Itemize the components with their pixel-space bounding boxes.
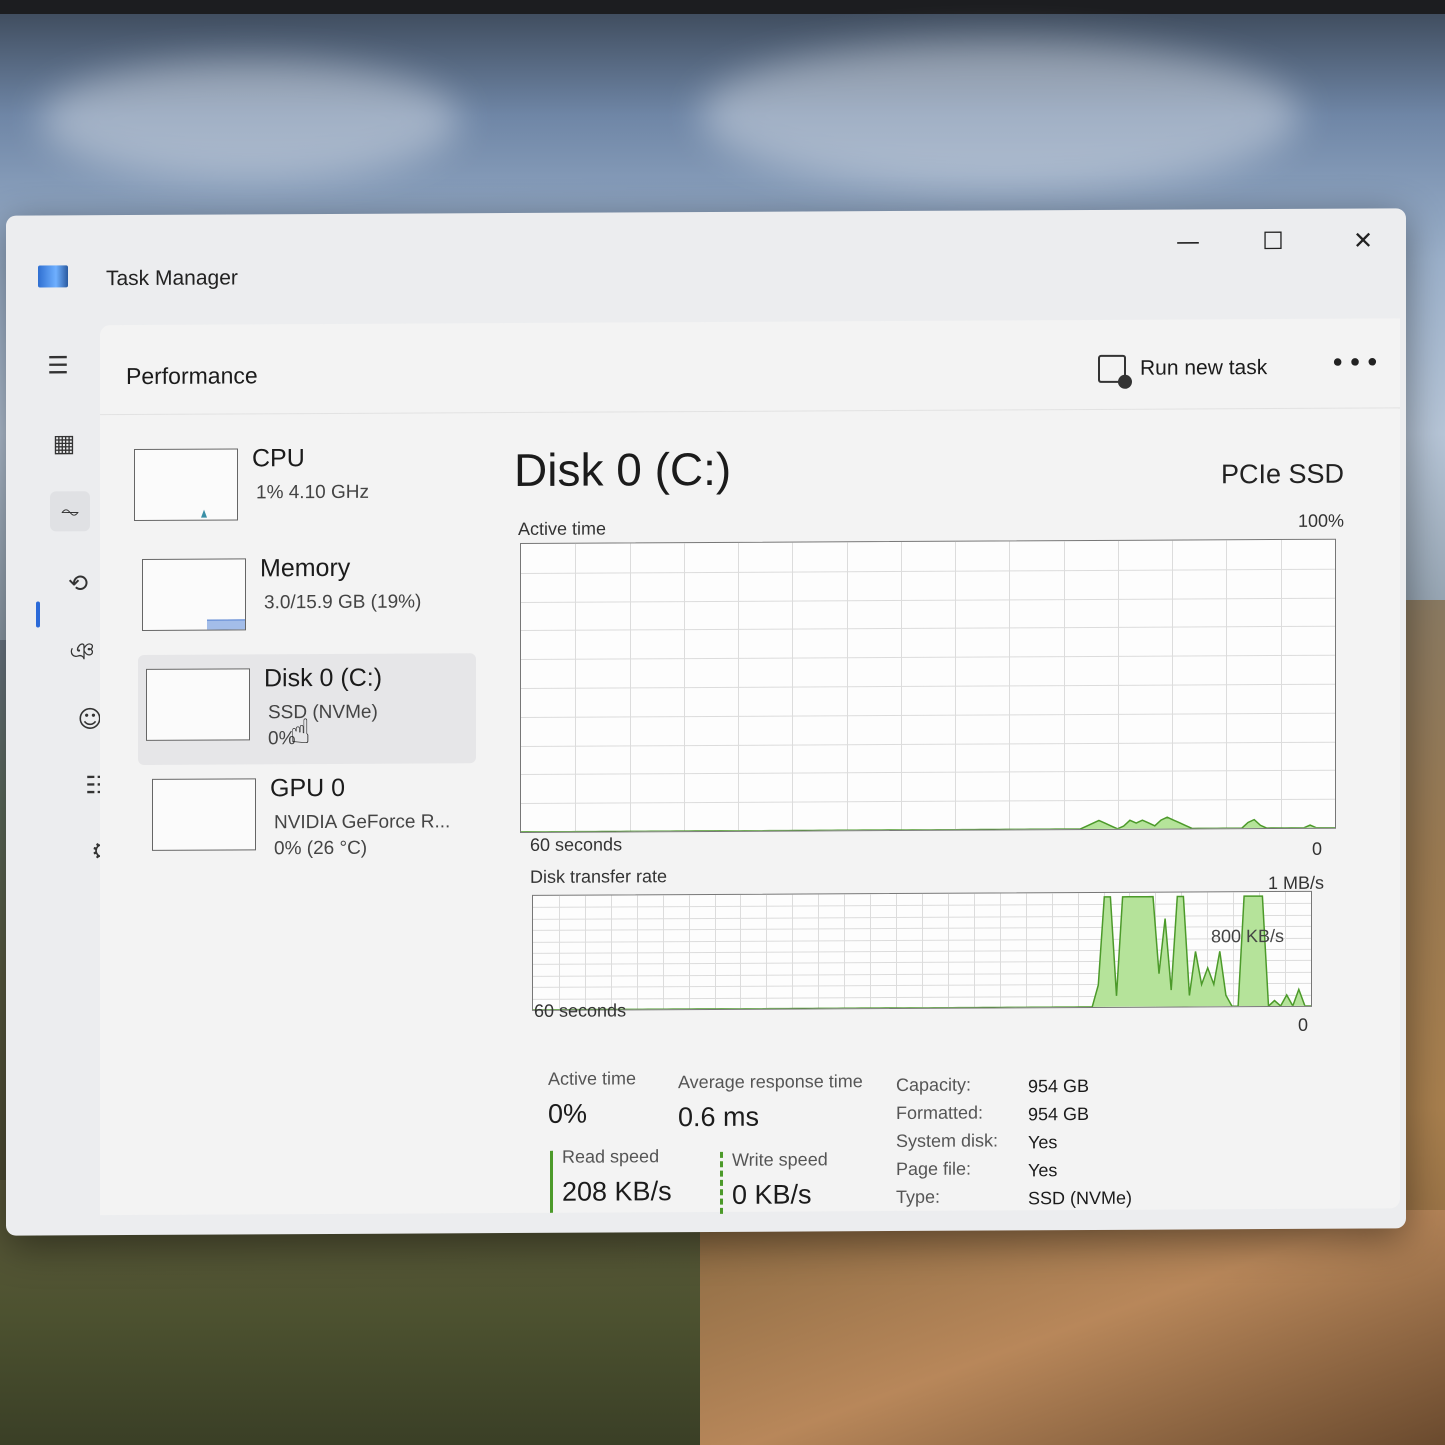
device-name: Memory bbox=[260, 553, 351, 583]
device-item-cpu[interactable]: CPU 1% 4.10 GHz bbox=[126, 433, 476, 545]
memory-usage-fill bbox=[207, 619, 245, 630]
active-time-chart-label: Active time bbox=[518, 518, 607, 539]
background-cloud bbox=[40, 60, 460, 180]
transfer-chart-mid: 800 KB/s bbox=[1210, 925, 1284, 947]
transfer-rate-chart-area bbox=[533, 896, 1311, 1010]
memory-thumbnail-graph bbox=[142, 558, 246, 631]
mouse-cursor-icon: ☝ bbox=[290, 712, 311, 753]
device-detail: 3.0/15.9 GB (19%) bbox=[264, 591, 422, 614]
formatted-value: 954 GB bbox=[1028, 1103, 1090, 1125]
active-time-chart bbox=[520, 538, 1336, 833]
active-time-chart-plot bbox=[521, 816, 1335, 832]
device-item-gpu-0[interactable]: GPU 0 NVIDIA GeForce R... 0% (26 °C) bbox=[144, 763, 476, 875]
startup-apps-icon[interactable]: ঞ bbox=[62, 631, 102, 671]
read-speed-label: Read speed bbox=[562, 1146, 660, 1167]
background-cliff-bottom bbox=[700, 1210, 1445, 1445]
run-task-icon bbox=[1098, 354, 1126, 383]
type-value: SSD (NVMe) bbox=[1028, 1187, 1133, 1209]
task-manager-app-icon bbox=[38, 265, 68, 288]
app-history-icon[interactable]: ⟲ bbox=[58, 563, 98, 603]
gpu-thumbnail-graph bbox=[152, 778, 256, 851]
read-speed-value: 208 KB/s bbox=[562, 1176, 672, 1207]
run-new-task-button[interactable]: Run new task bbox=[1098, 343, 1267, 394]
device-name: GPU 0 bbox=[270, 773, 346, 803]
disk-type: PCIe SSD bbox=[1220, 458, 1344, 490]
write-speed-label: Write speed bbox=[732, 1149, 828, 1170]
page-title: Performance bbox=[126, 362, 258, 390]
device-name: CPU bbox=[252, 444, 305, 473]
device-usage: 0% (26 °C) bbox=[274, 837, 368, 860]
task-manager-window: Task Manager — ☐ ✕ ☰ ▦ ⏦ ⟲ ঞ ☺ ☷ ⚙ ⚙ Per… bbox=[6, 208, 1406, 1236]
active-time-chart-min: 0 bbox=[1311, 838, 1322, 859]
device-detail: 1% 4.10 GHz bbox=[256, 481, 369, 504]
device-item-disk-0[interactable]: Disk 0 (C:) SSD (NVMe) 0% ☝ bbox=[138, 653, 476, 765]
minimize-button[interactable]: — bbox=[1163, 223, 1213, 259]
active-time-value: 0% bbox=[548, 1098, 588, 1129]
device-detail: SSD (NVMe) bbox=[268, 701, 378, 724]
avg-response-value: 0.6 ms bbox=[678, 1101, 760, 1133]
read-speed-marker bbox=[550, 1150, 553, 1213]
run-new-task-label: Run new task bbox=[1140, 356, 1268, 380]
more-options-button[interactable]: ••• bbox=[1330, 348, 1382, 378]
background-cloud bbox=[700, 40, 1300, 190]
page-file-label: Page file: bbox=[896, 1158, 972, 1180]
performance-panel: Performance Run new task ••• CPU 1% 4.10… bbox=[100, 318, 1400, 1216]
capacity-label: Capacity: bbox=[896, 1074, 972, 1096]
active-time-chart-timespan: 60 seconds bbox=[530, 834, 623, 855]
active-nav-indicator bbox=[36, 601, 40, 628]
avg-response-label: Average response time bbox=[678, 1071, 863, 1093]
page-file-value: Yes bbox=[1028, 1160, 1058, 1181]
hamburger-menu-icon[interactable]: ☰ bbox=[38, 345, 78, 385]
type-label: Type: bbox=[896, 1186, 941, 1208]
device-name: Disk 0 (C:) bbox=[264, 663, 383, 693]
panel-header: Performance Run new task ••• bbox=[100, 318, 1400, 416]
disk-stats: Active time 0% Average response time 0.6… bbox=[534, 1039, 1354, 1214]
processes-icon[interactable]: ▦ bbox=[44, 423, 84, 463]
disk-thumbnail-graph bbox=[146, 668, 250, 741]
transfer-rate-chart bbox=[532, 890, 1312, 1011]
system-disk-value: Yes bbox=[1028, 1132, 1058, 1153]
active-time-chart-max: 100% bbox=[1297, 510, 1344, 531]
write-speed-value: 0 KB/s bbox=[732, 1179, 812, 1210]
performance-icon[interactable]: ⏦ bbox=[50, 491, 90, 532]
write-speed-marker bbox=[720, 1151, 723, 1214]
formatted-label: Formatted: bbox=[896, 1102, 984, 1124]
window-title: Task Manager bbox=[106, 266, 238, 291]
close-button[interactable]: ✕ bbox=[1338, 222, 1388, 258]
transfer-chart-label: Disk transfer rate bbox=[530, 866, 668, 887]
transfer-chart-min: 0 bbox=[1297, 1014, 1308, 1035]
title-bar[interactable]: Task Manager — ☐ ✕ bbox=[6, 208, 1406, 315]
capacity-value: 954 GB bbox=[1028, 1075, 1090, 1097]
disk-title: Disk 0 (C:) bbox=[514, 442, 732, 497]
monitor-bezel bbox=[0, 0, 1445, 14]
active-time-chart-line bbox=[521, 816, 1335, 832]
transfer-rate-chart-plot bbox=[533, 895, 1311, 1010]
maximize-button[interactable]: ☐ bbox=[1248, 223, 1298, 259]
cpu-spike bbox=[201, 509, 207, 518]
system-disk-label: System disk: bbox=[896, 1130, 999, 1152]
active-time-label: Active time bbox=[548, 1068, 637, 1089]
device-item-memory[interactable]: Memory 3.0/15.9 GB (19%) bbox=[134, 543, 476, 655]
cpu-thumbnail-graph bbox=[134, 448, 238, 521]
device-list: CPU 1% 4.10 GHz Memory 3.0/15.9 GB (19%)… bbox=[126, 433, 476, 875]
device-detail: NVIDIA GeForce R... bbox=[274, 811, 451, 834]
navigation-rail: ☰ ▦ ⏦ ⟲ ঞ ☺ ☷ ⚙ bbox=[6, 315, 113, 1225]
transfer-chart-timespan: 60 seconds bbox=[534, 1000, 627, 1021]
disk-detail: Disk 0 (C:) PCIe SSD Active time 100% 60… bbox=[514, 439, 1344, 1035]
